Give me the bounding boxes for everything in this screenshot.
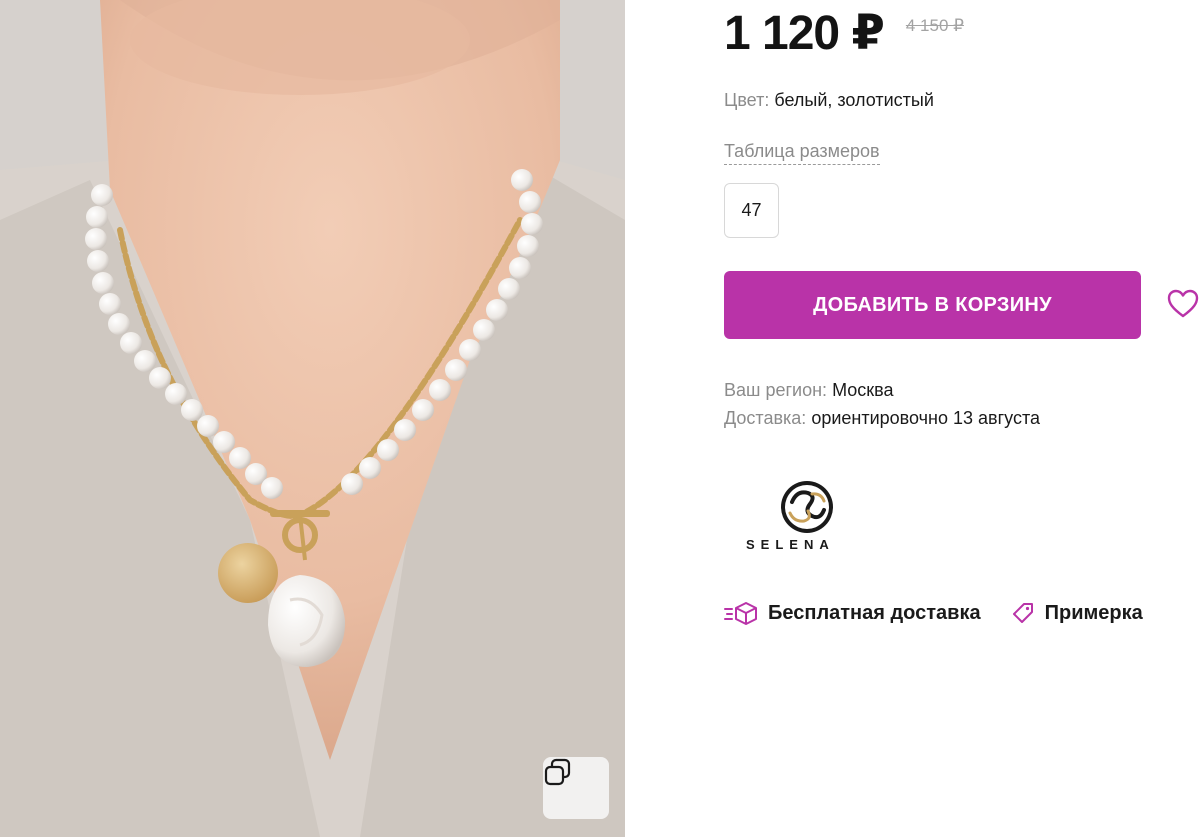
color-value: белый, золотистый: [774, 90, 934, 110]
free-delivery-label: Бесплатная доставка: [768, 601, 981, 624]
delivery-value: ориентировочно 13 августа: [811, 408, 1040, 428]
delivery-label: Доставка:: [724, 408, 807, 428]
zoom-button[interactable]: [543, 757, 609, 819]
delivery-row: Доставка: ориентировочно 13 августа: [724, 408, 1040, 429]
features-row: Бесплатная доставка Примерка: [724, 600, 1143, 626]
brand-logo[interactable]: SELENA: [742, 480, 872, 560]
size-table-link[interactable]: Таблица размеров: [724, 141, 880, 165]
price-row: 1 120 ₽ 4 150 ₽: [724, 8, 964, 60]
current-price: 1 120 ₽: [724, 7, 885, 60]
heart-icon: [1167, 289, 1199, 318]
copy-icon: [544, 758, 571, 786]
brand-name: SELENA: [746, 537, 835, 552]
brand-emblem-icon: [781, 481, 833, 533]
delivery-box-icon: [724, 602, 757, 625]
product-photo[interactable]: [0, 0, 625, 837]
color-row: Цвет: белый, золотистый: [724, 90, 934, 111]
try-on-feature[interactable]: Примерка: [1011, 601, 1143, 625]
product-info: 1 120 ₽ 4 150 ₽ Цвет: белый, золотистый …: [724, 0, 1200, 837]
free-delivery-feature[interactable]: Бесплатная доставка: [724, 600, 981, 626]
region-label: Ваш регион:: [724, 380, 828, 400]
size-option[interactable]: 47: [724, 183, 779, 238]
add-to-cart-button[interactable]: ДОБАВИТЬ В КОРЗИНУ: [724, 271, 1141, 339]
try-on-label: Примерка: [1044, 601, 1143, 624]
favorite-button[interactable]: [1166, 287, 1200, 321]
region-row: Ваш регион: Москва: [724, 380, 894, 401]
necklace-illustration: [0, 0, 625, 837]
region-value[interactable]: Москва: [832, 380, 893, 400]
tag-icon: [1012, 603, 1033, 623]
old-price: 4 150 ₽: [905, 16, 964, 35]
color-label: Цвет:: [724, 90, 770, 110]
